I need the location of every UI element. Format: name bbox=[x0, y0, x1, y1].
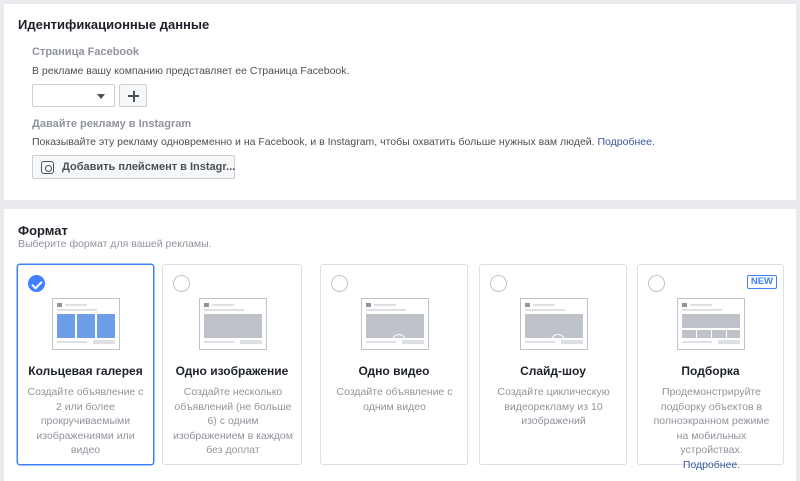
facebook-page-heading: Страница Facebook bbox=[32, 46, 139, 58]
format-card-title: Подборка bbox=[681, 364, 740, 378]
collection-thumbnail-icon bbox=[677, 298, 745, 350]
format-title: Формат bbox=[18, 223, 68, 238]
facebook-page-select[interactable] bbox=[32, 84, 115, 107]
radio-checked-icon[interactable] bbox=[28, 275, 45, 292]
format-card-description: Создайте циклическую видеорекламу из 10 … bbox=[497, 386, 610, 427]
format-card-video[interactable]: Одно видео Создайте объявление с одним в… bbox=[320, 264, 468, 465]
format-card-title: Слайд-шоу bbox=[520, 364, 586, 378]
format-subtitle: Выберите формат для вашей рекламы. bbox=[18, 238, 212, 250]
facebook-page-description: В рекламе вашу компанию представляет ее … bbox=[32, 65, 350, 77]
radio-icon[interactable] bbox=[173, 275, 190, 292]
format-card-title: Кольцевая галерея bbox=[28, 364, 143, 378]
format-panel: Формат Выберите формат для вашей рекламы… bbox=[4, 209, 796, 481]
format-card-description-text: Продемонстрируйте подборку объектов в по… bbox=[653, 386, 770, 456]
format-card-carousel[interactable]: Кольцевая галерея Создайте объявление с … bbox=[17, 264, 154, 465]
identity-panel: Идентификационные данные Страница Facebo… bbox=[4, 4, 796, 200]
format-card-collection[interactable]: NEW Подборка Продемонстрируйте подборку … bbox=[637, 264, 784, 471]
add-instagram-placement-label: Добавить плейсмент в Instagr... bbox=[62, 161, 236, 173]
format-card-description: Создайте несколько объявлений (не больше… bbox=[173, 386, 293, 456]
format-card-title: Одно изображение bbox=[175, 364, 289, 378]
instagram-icon bbox=[41, 161, 54, 174]
video-thumbnail-icon bbox=[361, 298, 429, 350]
radio-icon[interactable] bbox=[490, 275, 507, 292]
radio-icon[interactable] bbox=[331, 275, 348, 292]
identity-title: Идентификационные данные bbox=[18, 17, 210, 32]
instagram-description: Показывайте эту рекламу одновременно и н… bbox=[32, 136, 655, 148]
collection-learn-more-link[interactable]: Подробнее. bbox=[683, 459, 740, 471]
single-image-thumbnail-icon bbox=[199, 298, 267, 350]
instagram-heading: Давайте рекламу в Instagram bbox=[32, 118, 192, 130]
add-page-button[interactable] bbox=[119, 84, 147, 107]
add-instagram-placement-button[interactable]: Добавить плейсмент в Instagr... bbox=[32, 155, 235, 179]
instagram-learn-more-link[interactable]: Подробнее. bbox=[598, 136, 655, 148]
format-card-description: Продемонстрируйте подборку объектов в по… bbox=[652, 385, 771, 472]
format-card-description: Создайте объявление с 2 или более прокру… bbox=[27, 386, 144, 456]
radio-icon[interactable] bbox=[648, 275, 665, 292]
chevron-down-icon bbox=[97, 94, 105, 99]
slideshow-thumbnail-icon bbox=[520, 298, 588, 350]
format-card-slideshow[interactable]: Слайд-шоу Создайте циклическую видеорекл… bbox=[479, 264, 627, 465]
format-card-single-image[interactable]: Одно изображение Создайте несколько объя… bbox=[162, 264, 302, 465]
carousel-thumbnail-icon bbox=[52, 298, 120, 350]
format-card-description: Создайте объявление с одним видео bbox=[336, 386, 453, 413]
new-badge: NEW bbox=[746, 275, 777, 289]
format-card-title: Одно видео bbox=[358, 364, 430, 378]
instagram-description-text: Показывайте эту рекламу одновременно и н… bbox=[32, 136, 595, 148]
